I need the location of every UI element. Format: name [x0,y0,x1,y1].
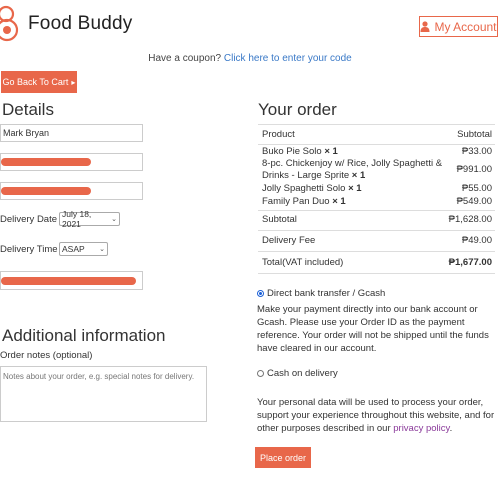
coupon-link[interactable]: Click here to enter your code [224,53,352,64]
my-account-label: My Account [434,19,497,34]
total-value: ₱1,677.00 [448,257,492,268]
redaction-mark [1,158,91,166]
redacted-field-2[interactable] [0,182,143,200]
logo-icon [0,4,24,44]
redaction-mark [1,187,91,195]
order-item: Jolly Spaghetti Solo × 1 [262,183,362,194]
order-table: Product Subtotal Buko Pie Solo × 1 ₱33.0… [258,124,495,274]
delivery-fee-label: Delivery Fee [262,235,316,246]
name-field[interactable]: Mark Bryan [0,124,143,142]
payment-option-bank[interactable]: Direct bank transfer / Gcash [257,287,500,300]
brand-logo[interactable]: Food Buddy [0,4,132,44]
privacy-text: Your personal data will be used to proce… [257,397,495,434]
payment-option-cod[interactable]: Cash on delivery [257,367,500,380]
radio-checked-icon[interactable] [257,289,264,297]
delivery-time-label: Delivery Time [0,244,58,255]
radio-unchecked-icon[interactable] [257,369,264,377]
order-item-price: ₱549.00 [456,196,492,207]
chevron-right-icon: ▸ [71,77,76,87]
coupon-notice: Have a coupon? Click here to enter your … [0,53,500,64]
privacy-policy-link[interactable]: privacy policy [393,423,449,434]
order-item-price: ₱33.00 [461,146,492,157]
additional-info-heading: Additional information [2,326,166,345]
user-icon [420,21,430,32]
chevron-down-icon: ⌄ [99,246,105,253]
subtotal-label: Subtotal [262,214,297,225]
my-account-button[interactable]: My Account [419,16,498,37]
place-order-button[interactable]: Place order [255,447,311,468]
order-item: 8-pc. Chickenjoy w/ Rice, Jolly Spaghett… [262,158,443,181]
delivery-date-select[interactable]: July 18, 2021 ⌄ [59,209,120,229]
delivery-date-label: Delivery Date [0,214,58,225]
total-label: Total(VAT included) [262,257,344,268]
redacted-field-1[interactable] [0,153,143,171]
brand-name: Food Buddy [28,13,133,34]
payment-option-cod-label: Cash on delivery [267,368,338,379]
order-item: Family Pan Duo × 1 [262,196,346,207]
subtotal-column-header: Subtotal [457,129,492,140]
name-value: Mark Bryan [3,128,50,138]
coupon-prompt: Have a coupon? [148,53,222,64]
redaction-mark [1,277,136,285]
subtotal-value: ₱1,628.00 [448,214,492,225]
delivery-time-value: ASAP [62,244,85,254]
privacy-notice: Your personal data will be used to proce… [257,397,495,434]
order-notes-placeholder: Notes about your order, e.g. special not… [3,372,195,381]
chevron-down-icon: ⌄ [111,216,117,223]
delivery-fee-value: ₱49.00 [461,235,492,246]
back-to-cart-button[interactable]: Go Back To Cart ▸ [1,71,77,93]
order-notes-textarea[interactable]: Notes about your order, e.g. special not… [0,366,207,422]
product-column-header: Product [262,129,295,140]
delivery-time-select[interactable]: ASAP ⌄ [59,242,108,256]
order-item-price: ₱991.00 [456,164,492,175]
order-notes-label: Order notes (optional) [0,350,93,361]
payment-option-bank-label: Direct bank transfer / Gcash [267,288,386,299]
delivery-date-value: July 18, 2021 [62,209,92,229]
order-item-price: ₱55.00 [461,183,492,194]
redacted-field-3[interactable] [0,271,143,290]
bank-transfer-description: Make your payment directly into our bank… [257,304,489,354]
details-heading: Details [2,100,54,119]
order-item: Buko Pie Solo × 1 [262,146,338,157]
back-to-cart-label: Go Back To Cart [2,77,69,87]
your-order-heading: Your order [258,100,337,119]
